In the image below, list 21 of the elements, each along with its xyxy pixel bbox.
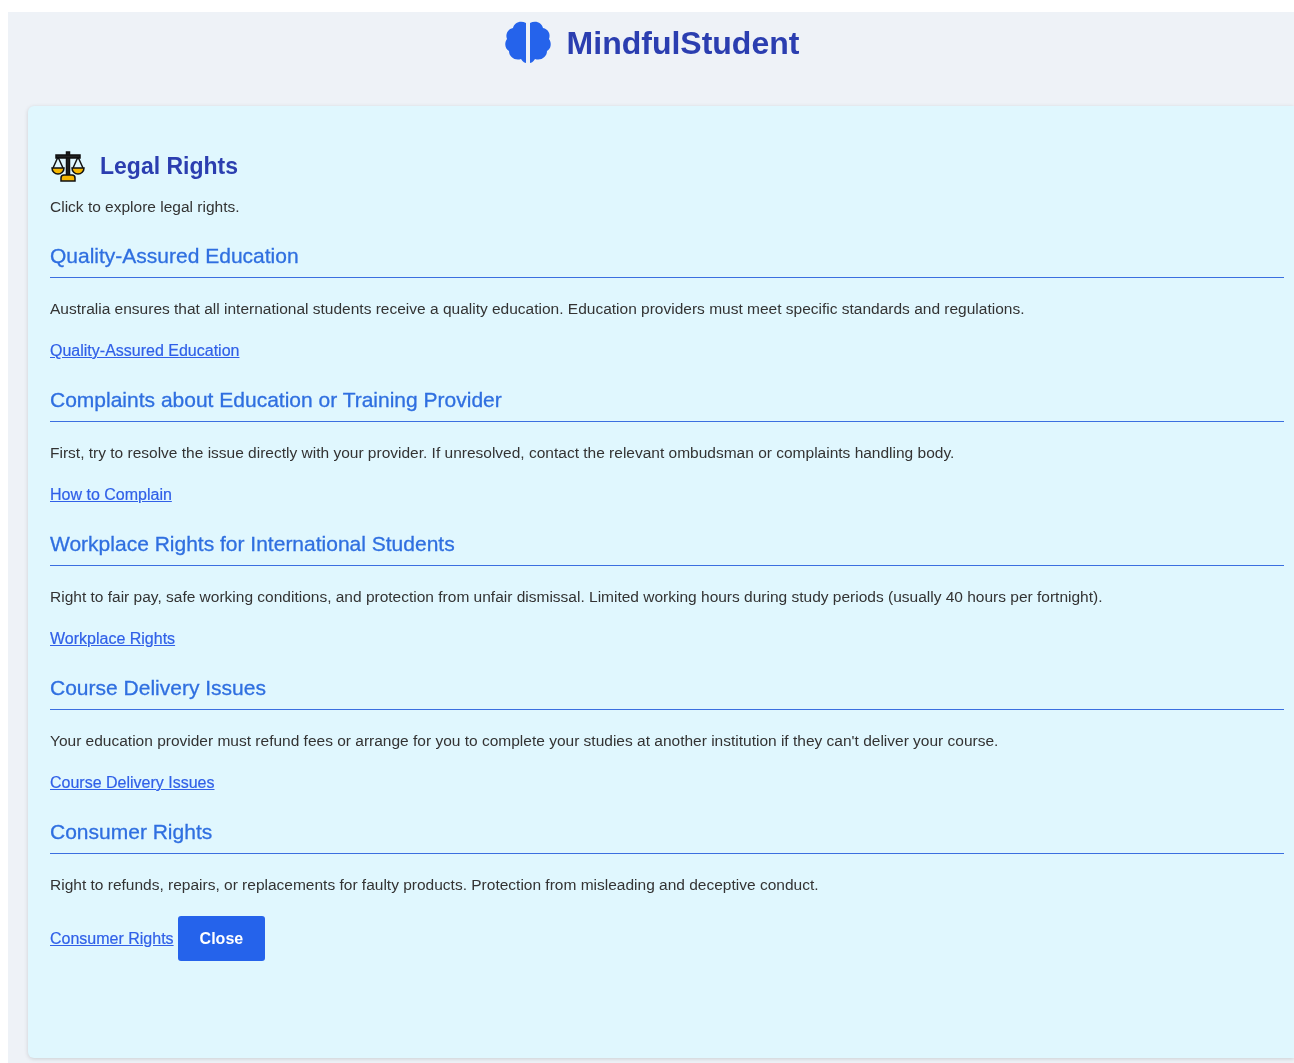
section-link[interactable]: Quality-Assured Education <box>50 342 240 360</box>
section-text: First, try to resolve the issue directly with your provider. If unresolved, contact the relevant ombudsman or complaints handling body. <box>50 444 956 462</box>
intro-text: Click to explore legal rights. <box>50 198 241 216</box>
section-heading[interactable]: Course Delivery Issues <box>50 676 1284 710</box>
section-text: Your education provider must refund fees or arrange for you to complete your studies at another institution if they can't deliver your course. <box>50 732 1000 750</box>
section-link[interactable]: Consumer Rights <box>50 929 174 948</box>
section-link[interactable]: Workplace Rights <box>50 630 176 648</box>
section-heading[interactable]: Workplace Rights for International Students <box>50 532 1284 566</box>
panel-title: Legal Rights <box>100 152 238 180</box>
section-heading[interactable]: Complaints about Education or Training Provider <box>50 388 1284 422</box>
section-text: Right to refunds, repairs, or replacements for faulty products. Protection from misleading and deceptive conduct. <box>50 876 820 894</box>
section-link[interactable]: How to Complain <box>50 486 172 504</box>
scales-icon <box>50 148 86 184</box>
app-title: MindfulStudent <box>566 24 800 63</box>
section-link[interactable]: Course Delivery Issues <box>50 774 215 792</box>
section-text: Australia ensures that all international students receive a quality education. Education providers must meet specific standards and regulations. <box>50 300 1026 318</box>
close-button[interactable]: Close <box>177 916 266 961</box>
brain-icon <box>502 20 553 66</box>
section-text: Right to fair pay, safe working conditions, and protection from unfair dismissal. Limited working hours during study periods (usually 40 hours per fortnight). <box>50 588 1104 606</box>
section-heading[interactable]: Quality-Assured Education <box>50 244 1284 278</box>
section-heading[interactable]: Consumer Rights <box>50 820 1284 854</box>
